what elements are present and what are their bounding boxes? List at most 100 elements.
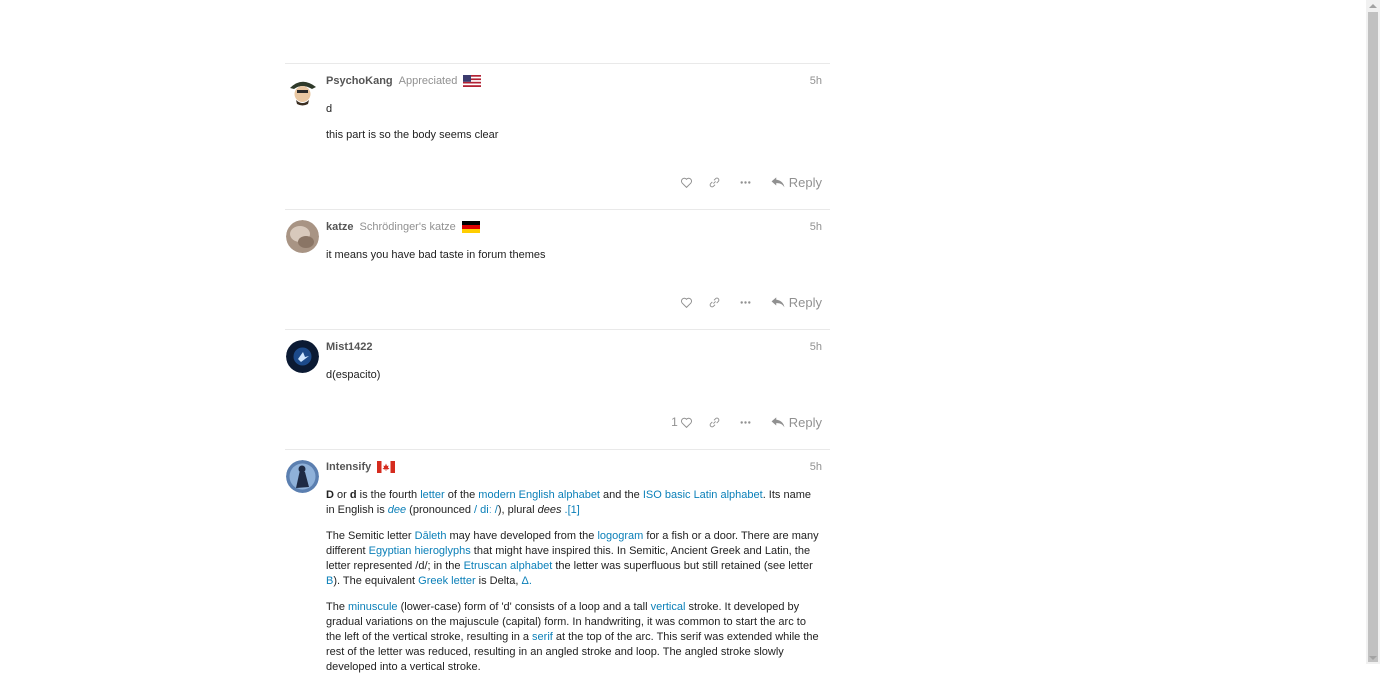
post: PsychoKang Appreciated 5h d this part is… — [285, 63, 830, 209]
reply-icon — [771, 297, 785, 308]
like-button[interactable] — [672, 291, 699, 313]
link-logogram[interactable]: logogram — [597, 530, 643, 542]
username[interactable]: katze — [326, 219, 354, 235]
post: katze Schrödinger's katze 5h it means yo… — [285, 209, 830, 329]
text: is the fourth — [356, 489, 421, 501]
scroll-down-arrow-icon[interactable] — [1366, 652, 1380, 664]
bold-text: D — [326, 489, 334, 501]
post-body: d this part is so the body seems clear — [326, 102, 822, 143]
post-paragraph: D or d is the fourth letter of the moder… — [326, 488, 822, 518]
ca-flag-icon — [377, 461, 396, 473]
like-button[interactable]: 1 — [665, 411, 699, 433]
post-date[interactable]: 5h — [810, 219, 822, 235]
text: The Semitic letter — [326, 530, 415, 542]
avatar[interactable] — [286, 220, 319, 253]
like-button[interactable] — [672, 171, 699, 193]
text: ), plural — [497, 504, 538, 516]
reply-label: Reply — [788, 294, 822, 310]
reply-button[interactable]: Reply — [761, 291, 822, 313]
text: and the — [600, 489, 643, 501]
italic-text: dees — [537, 504, 562, 516]
link-icon — [709, 417, 720, 427]
post-date[interactable]: 5h — [810, 339, 822, 355]
link-etruscan-alphabet[interactable]: Etruscan alphabet — [464, 560, 553, 572]
text: (lower-case) form of 'd' consists of a l… — [397, 601, 651, 613]
topic-post-stream: PsychoKang Appreciated 5h d this part is… — [285, 63, 830, 686]
avatar[interactable] — [286, 340, 319, 373]
link-letter[interactable]: letter — [420, 489, 444, 501]
us-flag-icon — [463, 75, 482, 87]
bold-text: d — [349, 489, 357, 501]
username[interactable]: PsychoKang — [326, 73, 393, 89]
post: Mist1422 5h d(espacito) 1 Reply — [285, 329, 830, 449]
link-daleth[interactable]: Dāleth — [415, 530, 447, 542]
post-paragraph: d — [326, 103, 333, 115]
user-title: Schrödinger's katze — [359, 221, 456, 233]
post-body: d(espacito) — [326, 368, 822, 383]
post-controls: 1 Reply — [665, 411, 822, 433]
text: (pronounced — [406, 504, 475, 516]
username[interactable]: Mist1422 — [326, 339, 372, 355]
copy-link-button[interactable] — [699, 291, 730, 313]
text: or — [333, 489, 350, 501]
copy-link-button[interactable] — [699, 411, 730, 433]
footnote-link[interactable]: .[1] — [565, 504, 580, 516]
post: Intensify 5h D or d is the fourth letter… — [285, 449, 830, 686]
link-minuscule[interactable]: minuscule — [348, 601, 398, 613]
scrollbar-thumb[interactable] — [1368, 12, 1378, 662]
post-meta: Intensify 5h — [326, 459, 822, 475]
link-pronunciation[interactable]: / diː / — [474, 504, 498, 516]
user-title: Appreciated — [398, 75, 458, 87]
heart-icon — [680, 297, 692, 308]
post-controls: Reply — [672, 171, 822, 193]
like-count: 1 — [671, 415, 678, 429]
copy-link-button[interactable] — [699, 171, 730, 193]
heart-icon — [680, 177, 692, 188]
text: The — [326, 601, 349, 613]
link-greek-letter[interactable]: Greek letter — [418, 575, 475, 587]
post-paragraph: d(espacito) — [326, 369, 381, 381]
post-paragraph: this part is so the body seems clear — [326, 129, 499, 141]
username[interactable]: Intensify — [326, 459, 371, 475]
post-paragraph: The Semitic letter Dāleth may have devel… — [326, 529, 822, 589]
post-date[interactable]: 5h — [810, 73, 822, 89]
post-body: D or d is the fourth letter of the moder… — [326, 488, 822, 675]
post-meta: PsychoKang Appreciated 5h — [326, 73, 822, 89]
avatar[interactable] — [286, 74, 319, 107]
link-serif[interactable]: serif — [532, 631, 553, 643]
post-date[interactable]: 5h — [810, 459, 822, 475]
scroll-up-arrow-icon[interactable] — [1366, 0, 1380, 12]
ellipsis-icon — [740, 180, 751, 184]
link-egyptian-hieroglyphs[interactable]: Egyptian hieroglyphs — [369, 545, 471, 557]
avatar[interactable] — [286, 460, 319, 493]
reply-button[interactable]: Reply — [761, 411, 822, 433]
reply-button[interactable]: Reply — [761, 171, 822, 193]
post-meta: Mist1422 5h — [326, 339, 822, 355]
link-delta[interactable]: Δ. — [521, 575, 531, 587]
heart-icon — [680, 417, 692, 428]
reply-icon — [771, 417, 785, 428]
reply-icon — [771, 177, 785, 188]
ellipsis-icon — [740, 420, 751, 424]
link-icon — [709, 297, 720, 307]
post-controls: Reply — [672, 291, 822, 313]
text: of the — [444, 489, 479, 501]
link-iso-basic-latin-alphabet[interactable]: ISO basic Latin alphabet — [643, 489, 763, 501]
ellipsis-icon — [740, 300, 751, 304]
show-more-button[interactable] — [730, 171, 761, 193]
de-flag-icon — [461, 221, 480, 233]
reply-label: Reply — [788, 174, 822, 190]
show-more-button[interactable] — [730, 291, 761, 313]
link-icon — [709, 177, 720, 187]
post-paragraph: it means you have bad taste in forum the… — [326, 249, 546, 261]
show-more-button[interactable] — [730, 411, 761, 433]
link-vertical[interactable]: vertical — [651, 601, 686, 613]
text: ). The equivalent — [333, 575, 419, 587]
reply-label: Reply — [788, 414, 822, 430]
link-dee[interactable]: dee — [388, 504, 406, 516]
text: may have developed from the — [446, 530, 598, 542]
link-modern-english-alphabet[interactable]: modern English alphabet — [478, 489, 600, 501]
post-meta: katze Schrödinger's katze 5h — [326, 219, 822, 235]
page-scrollbar[interactable] — [1366, 0, 1380, 664]
text: the letter was superfluous but still ret… — [552, 560, 813, 572]
